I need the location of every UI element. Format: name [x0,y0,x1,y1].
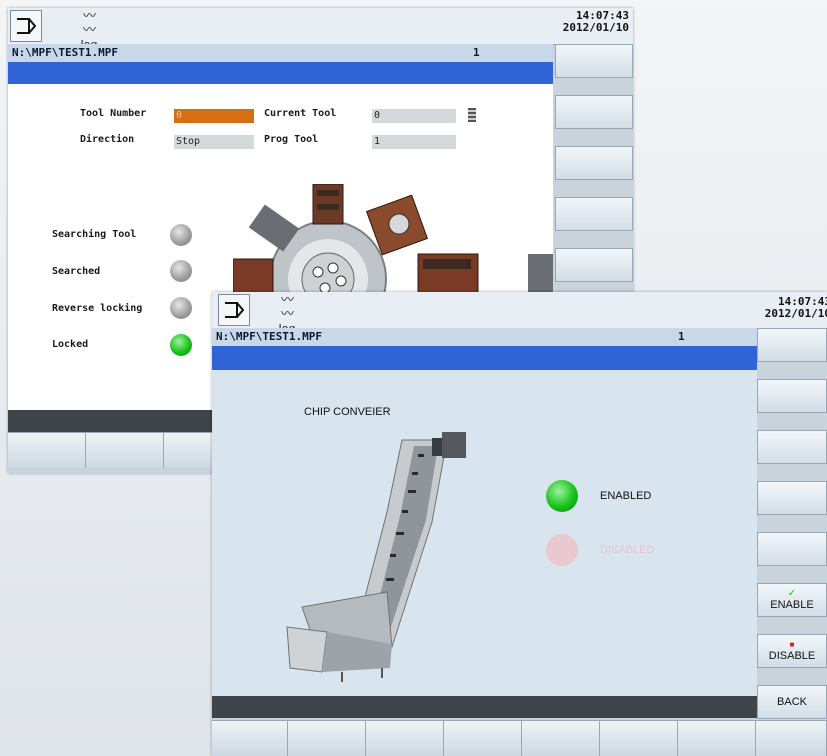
jog-mode-indicator: 〰〰 Jog [72,9,106,52]
enabled-lamp [546,480,578,512]
tool-number-label: Tool Number [80,108,147,119]
channel-number: 1 [678,330,685,343]
direction-field: Stop [174,135,254,149]
clock-date: 2012/01/10 [764,307,827,320]
title-bar: 〰〰 Jog 14:07:43 2012/01/10 [212,292,827,336]
softkey-h2[interactable] [288,720,366,756]
back-button[interactable]: BACK [757,685,827,719]
jog-wave-icon: 〰〰 [82,9,96,38]
indicator-label-locked: Locked [52,339,89,350]
clock: 14:07:43 2012/01/10 [765,296,827,320]
jog-mode-indicator: 〰〰 Jog [270,293,304,336]
softkey-h1[interactable] [8,432,86,468]
softkey-h1[interactable] [212,720,288,756]
vertical-softkeys [555,44,633,299]
searched-lamp [170,260,192,282]
reverse-locking-lamp [170,297,192,319]
clock-date: 2012/01/10 [562,21,629,34]
softkey-v1[interactable] [757,328,827,362]
clock: 14:07:43 2012/01/10 [563,10,629,34]
softkey-h7[interactable] [678,720,756,756]
softkey-h2[interactable] [86,432,164,468]
softkey-v2[interactable] [555,95,633,129]
enable-button[interactable]: ✓ ENABLE [757,583,827,617]
back-label: BACK [777,696,807,708]
enable-label: ENABLE [770,599,814,611]
chip-conveyor-content: CHIP CONVEIER ENABLED DISABLED [212,370,757,696]
horizontal-softkeys [212,720,827,756]
softkey-h4[interactable] [444,720,522,756]
softkey-v3[interactable] [757,430,827,464]
machine-mode-icon[interactable] [218,294,250,326]
direction-label: Direction [80,134,135,145]
status-bar [212,696,757,718]
softkey-v2[interactable] [757,379,827,413]
tool-icon [468,108,476,122]
softkey-h5[interactable] [522,720,600,756]
machine-mode-icon[interactable] [10,10,42,42]
vertical-softkeys: ✓ ENABLE ■ DISABLE BACK [757,328,827,736]
channel-number: 1 [473,46,480,59]
enabled-label: ENABLED [600,490,652,502]
disable-button[interactable]: ■ DISABLE [757,634,827,668]
current-tool-field: 0 [372,109,456,123]
softkey-v4[interactable] [555,197,633,231]
current-tool-label: Current Tool [264,108,337,119]
softkey-v4[interactable] [757,481,827,515]
jog-wave-icon: 〰〰 [280,293,294,322]
program-path: N:\MPF\TEST1.MPF [12,46,118,59]
conveyor-title: CHIP CONVEIER [304,406,391,418]
disabled-label: DISABLED [600,544,655,556]
softkey-v5[interactable] [757,532,827,566]
prog-tool-field: 1 [372,135,456,149]
softkey-h6[interactable] [600,720,678,756]
prog-tool-label: Prog Tool [264,134,319,145]
softkey-v3[interactable] [555,146,633,180]
indicator-label-reverse-locking: Reverse locking [52,303,143,314]
softkey-v1[interactable] [555,44,633,78]
softkey-h3[interactable] [366,720,444,756]
searching-tool-lamp [170,224,192,246]
tool-number-field[interactable]: 0 [174,109,254,123]
locked-lamp [170,334,192,356]
disable-label: DISABLE [768,650,816,662]
disabled-lamp [546,534,578,566]
title-bar: 〰〰 Jog 14:07:43 2012/01/10 [8,8,633,52]
softkey-v5[interactable] [555,248,633,282]
indicator-label-searching: Searching Tool [52,229,137,240]
indicator-label-searched: Searched [52,266,101,277]
blue-header-bar [8,62,553,84]
stop-icon: ■ [789,640,795,649]
chip-conveyor-window: 〰〰 Jog 14:07:43 2012/01/10 N:\MPF\TEST1.… [212,292,827,756]
program-path-bar: N:\MPF\TEST1.MPF 1 [8,44,553,62]
program-path: N:\MPF\TEST1.MPF [216,330,322,343]
check-icon: ✓ [787,588,797,599]
chip-conveyor-illustration [286,432,466,682]
blue-header-bar [212,346,757,370]
program-path-bar: N:\MPF\TEST1.MPF 1 [212,328,757,346]
